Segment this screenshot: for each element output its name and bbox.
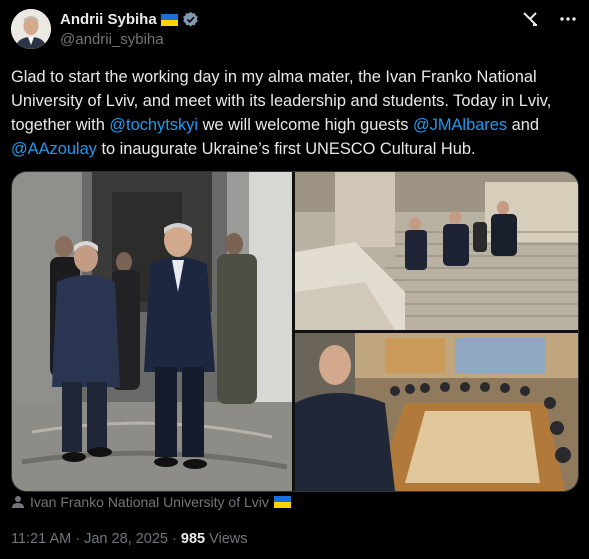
mention-link[interactable]: @JMAlbares [413,116,507,134]
views-label: Views [209,531,248,547]
mention-link[interactable]: @tochytskyi [109,116,198,134]
author-handle[interactable]: @andrii_sybiha [60,31,164,48]
grok-icon[interactable] [521,10,539,28]
tweet-meta: 11:21 AM · Jan 28, 2025 · 985 Views [11,531,248,547]
views-count: 985 [180,531,206,547]
mention-link[interactable]: @AAzoulay [11,140,97,158]
avatar[interactable] [11,9,51,49]
tweet-text: Glad to start the working day in my alma… [11,65,577,161]
photo-hallway[interactable] [12,172,292,491]
media-grid [11,171,579,492]
author-name[interactable]: Andrii Sybiha [60,11,157,28]
meta-separator: · [75,531,81,547]
location-row[interactable]: Ivan Franko National University of Lviv [11,494,291,510]
tweet-text-part: to inaugurate Ukraine’s first UNESCO Cul… [96,140,476,158]
tweet-time[interactable]: 11:21 AM [11,531,71,547]
tweet-text-part: we will welcome high guests [198,116,414,134]
author-name-row[interactable]: Andrii Sybiha [60,11,199,28]
photo-staircase[interactable] [295,172,578,330]
tweet-text-part: and [507,116,539,134]
ukraine-flag-icon [273,496,291,508]
location-icon [12,496,24,508]
location-text[interactable]: Ivan Franko National University of Lviv [30,494,269,510]
meta-separator: · [172,531,177,547]
verified-icon [182,11,198,27]
ukraine-flag-icon [160,13,178,26]
photo-meeting[interactable] [295,333,578,491]
more-icon[interactable] [559,10,577,28]
tweet-date[interactable]: Jan 28, 2025 [84,531,168,547]
